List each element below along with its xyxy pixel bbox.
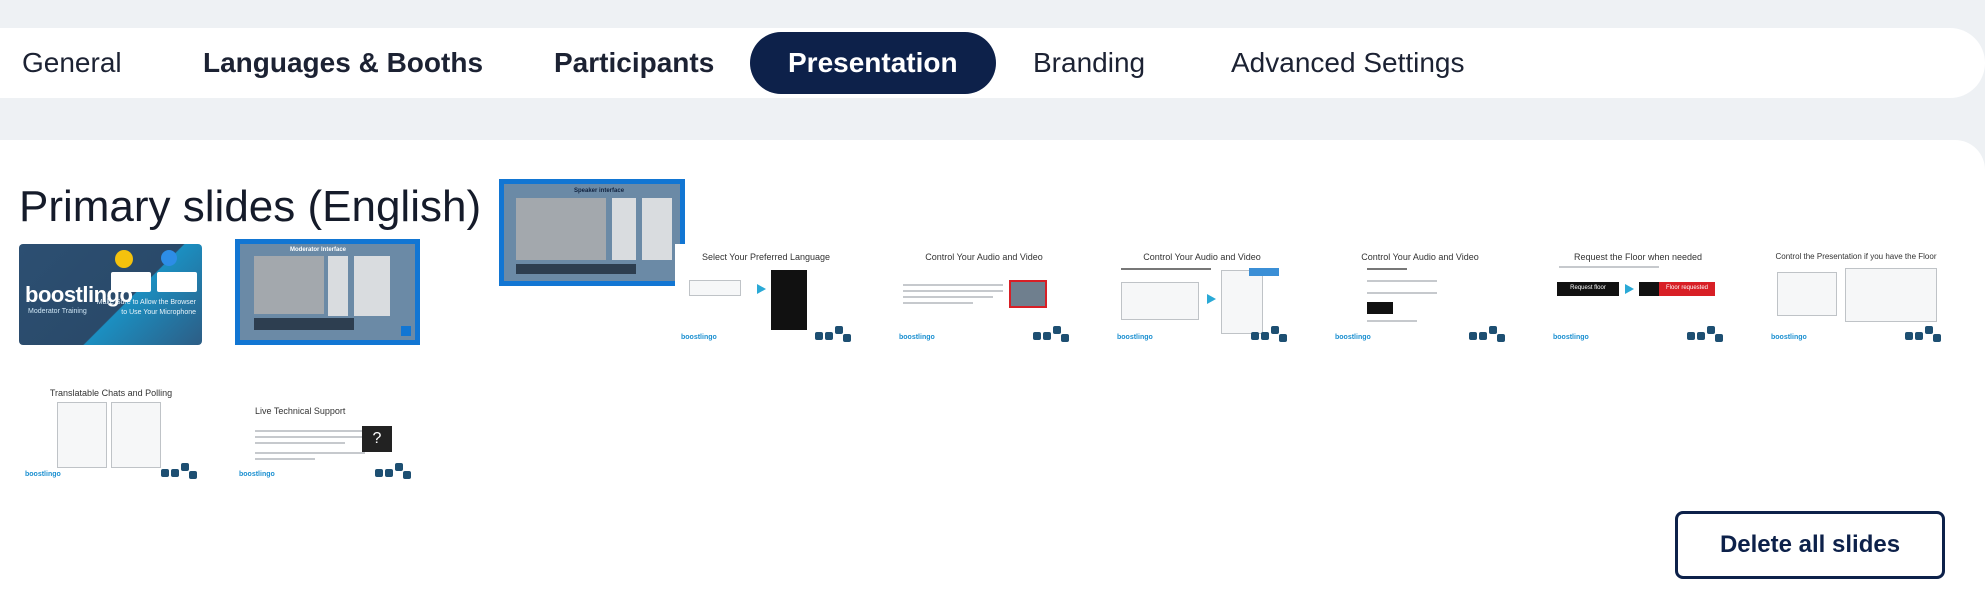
slide-logo: boostlingo: [681, 334, 717, 341]
logo-dots-icon: [161, 459, 197, 479]
slide-title: Moderator Interface: [290, 247, 347, 253]
slide-logo: boostlingo: [25, 471, 61, 478]
section-title: Primary slides (English): [19, 182, 482, 231]
slide-title: Request the Floor when needed: [1573, 252, 1703, 262]
slide-thumbnail[interactable]: Control Your Audio and Video boostlingo: [893, 244, 1075, 347]
slide-thumbnail[interactable]: Request the Floor when needed Request fl…: [1547, 244, 1729, 347]
logo-dots-icon: [1251, 322, 1287, 342]
slide-logo: boostlingo: [1553, 334, 1589, 341]
chrome-icon: [115, 250, 133, 268]
slide-title: Control Your Audio and Video: [1143, 252, 1261, 262]
tab-bar: General Languages & Booths Participants …: [0, 28, 1985, 98]
help-icon: ?: [362, 426, 392, 452]
slide-logo: boostlingo: [899, 334, 935, 341]
slide-title: Control Your Audio and Video: [925, 252, 1043, 262]
tab-general[interactable]: General: [0, 32, 160, 94]
tab-advanced-settings[interactable]: Advanced Settings: [1193, 32, 1503, 94]
logo-dots-icon: [1469, 322, 1505, 342]
slide-thumbnail[interactable]: Translatable Chats and Polling boostling…: [19, 380, 203, 484]
slide-thumbnail[interactable]: Select Your Preferred Language boostling…: [675, 244, 857, 347]
floor-requested-button: Floor requested: [1659, 282, 1715, 296]
slide-logo: boostlingo: [1335, 334, 1371, 341]
slide-title: Select Your Preferred Language: [701, 252, 831, 262]
slide-logo: boostlingo: [1117, 334, 1153, 341]
slide-thumbnail[interactable]: Control Your Audio and Video boostlingo: [1111, 244, 1293, 347]
slide-title: Translatable Chats and Polling: [49, 388, 173, 398]
logo-dots-icon: [1905, 322, 1941, 342]
tab-presentation[interactable]: Presentation: [750, 32, 996, 94]
tab-languages-booths[interactable]: Languages & Booths: [165, 32, 521, 94]
tab-participants[interactable]: Participants: [516, 32, 752, 94]
tab-branding[interactable]: Branding: [995, 32, 1183, 94]
slide-logo: boostlingo: [1771, 334, 1807, 341]
logo-dots-icon: [1687, 322, 1723, 342]
slide-thumbnail[interactable]: Control the Presentation if you have the…: [1765, 244, 1947, 347]
logo-dots-icon: [1033, 322, 1069, 342]
slide-thumbnail[interactable]: Speaker interface: [499, 179, 685, 286]
slide-subtitle: Moderator Training: [28, 308, 87, 315]
slide-caption: Make Sure to Allow the Browser to Use Yo…: [96, 299, 196, 316]
slide-logo: boostlingo: [239, 471, 275, 478]
slide-title: Live Technical Support: [255, 406, 346, 416]
logo-dots-icon: [375, 459, 411, 479]
request-floor-button: Request floor: [1557, 282, 1619, 296]
slide-thumbnail[interactable]: Moderator Interface: [235, 239, 420, 345]
slide-title: Control Your Audio and Video: [1361, 252, 1479, 262]
slide-thumbnail[interactable]: Control Your Audio and Video boostlingo: [1329, 244, 1511, 347]
slide-title: Control the Presentation if you have the…: [1775, 252, 1937, 261]
delete-all-slides-button[interactable]: Delete all slides: [1675, 511, 1945, 579]
slide-thumbnail[interactable]: boostlingo Moderator Training Make Sure …: [19, 244, 202, 345]
slide-title: Speaker interface: [574, 188, 625, 194]
edge-icon: [161, 250, 177, 266]
logo-dots-icon: [815, 322, 851, 342]
slide-thumbnail[interactable]: Live Technical Support ? boostlingo: [233, 380, 417, 484]
